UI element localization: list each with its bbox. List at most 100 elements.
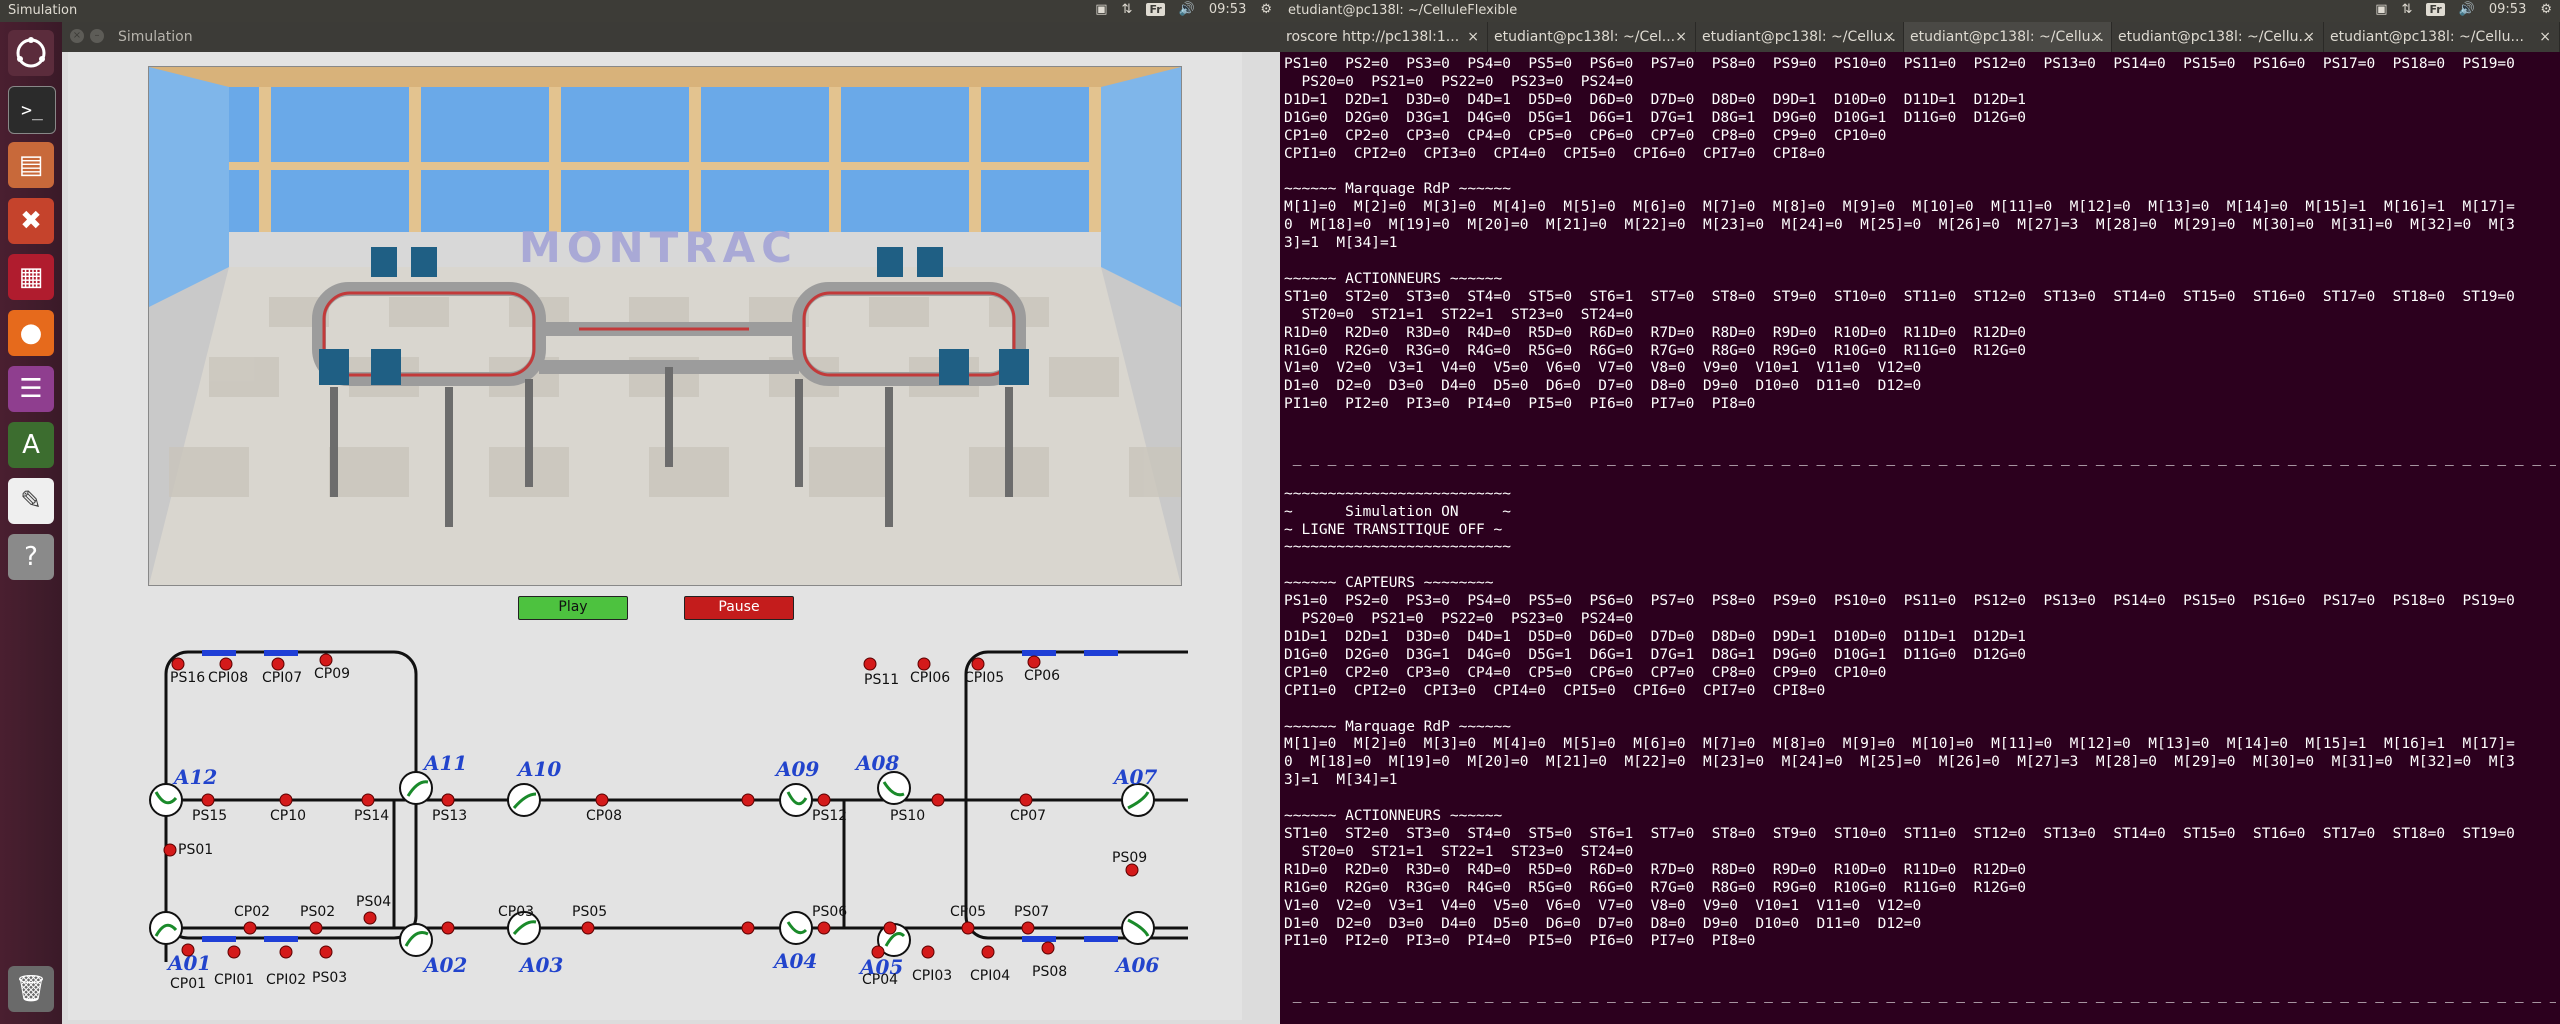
sensor-label: PS03 <box>312 970 347 986</box>
cpi-label: CPI08 <box>208 670 248 686</box>
terminal-line: PS1=0 PS2=0 PS3=0 PS4=0 PS5=0 PS6=0 PS7=… <box>1284 593 2515 610</box>
terminal-line: M[1]=0 M[2]=0 M[3]=0 M[4]=0 M[5]=0 M[6]=… <box>1284 736 2515 753</box>
sensor-label: PS04 <box>356 894 391 910</box>
close-button[interactable]: × <box>70 29 84 43</box>
minimize-button[interactable]: – <box>90 29 104 43</box>
node-label: A07 <box>1112 765 1157 789</box>
terminal-line: R1G=0 R2G=0 R3G=0 R4G=0 R5G=0 R6G=0 R7G=… <box>1284 342 2027 359</box>
terminal-output[interactable]: PS1=0 PS2=0 PS3=0 PS4=0 PS5=0 PS6=0 PS7=… <box>1284 56 2556 1022</box>
terminal-tab[interactable]: etudiant@pc138l: ~/Cellu... × <box>2112 22 2324 52</box>
tab-label: roscore http://pc138l:1... <box>1286 29 1460 45</box>
window-title-text: Simulation <box>118 29 193 45</box>
terminal-tab-bar: roscore http://pc138l:1... × etudiant@pc1… <box>1280 22 2560 52</box>
cp-label: CP09 <box>314 666 350 682</box>
keyboard-layout-indicator[interactable]: Fr <box>2426 3 2445 16</box>
close-tab-icon[interactable]: × <box>2539 22 2551 52</box>
terminal-line: ~~~~~~ CAPTEURS ~~~~~~~~ <box>1284 575 1494 592</box>
terminal-line: _ _ _ _ _ _ _ _ _ _ _ _ _ _ _ _ _ _ _ _ … <box>1292 987 2556 1004</box>
node-label: A12 <box>172 765 217 789</box>
text-editor-icon[interactable]: ✎ <box>8 478 54 524</box>
terminal-tab[interactable]: roscore http://pc138l:1... × <box>1280 22 1488 52</box>
close-tab-icon[interactable]: × <box>1467 22 1479 52</box>
terminal-line: 0 M[18]=0 M[19]=0 M[20]=0 M[21]=0 M[22]=… <box>1284 754 2515 771</box>
settings-icon[interactable]: ✖ <box>8 198 54 244</box>
clock[interactable]: 09:53 <box>2489 2 2526 17</box>
node-label: A04 <box>772 949 817 973</box>
tab-label: etudiant@pc138l: ~/Cellu... <box>1702 29 1896 45</box>
tab-label: etudiant@pc138l: ~/Cellu... <box>2118 29 2312 45</box>
cpi-label: CPI06 <box>910 670 950 686</box>
keyboard-layout-indicator[interactable]: Fr <box>1146 3 1165 16</box>
video-icon[interactable]: ▣ <box>2375 2 2387 17</box>
video-icon[interactable]: ▣ <box>1095 2 1107 17</box>
network-icon[interactable]: ⇅ <box>2402 2 2413 17</box>
terminal-line: PS1=0 PS2=0 PS3=0 PS4=0 PS5=0 PS6=0 PS7=… <box>1284 56 2515 72</box>
terminal-line: CPI1=0 CPI2=0 CPI3=0 CPI4=0 CPI5=0 CPI6=… <box>1284 682 1826 699</box>
cp-label: CP04 <box>862 972 898 988</box>
close-tab-icon[interactable]: × <box>1883 22 1895 52</box>
dash-home-icon[interactable] <box>8 30 54 76</box>
close-tab-icon[interactable]: × <box>1675 22 1687 52</box>
terminal-line: ~~~~~~ Marquage RdP ~~~~~~ <box>1284 181 1511 198</box>
terminal-line: D1=0 D2=0 D3=0 D4=0 D5=0 D6=0 D7=0 D8=0 … <box>1284 915 1922 932</box>
pause-button[interactable]: Pause <box>684 596 794 620</box>
terminal-line: R1D=0 R2D=0 R3D=0 R4D=0 R5D=0 R6D=0 R7D=… <box>1284 861 2027 878</box>
sensor-label: PS01 <box>178 842 213 858</box>
close-tab-icon[interactable]: × <box>2091 22 2103 52</box>
cp-label: CP05 <box>950 904 986 920</box>
play-button[interactable]: Play <box>518 596 628 620</box>
node-A06 <box>1121 911 1155 945</box>
trash-icon[interactable]: 🗑 <box>8 966 54 1012</box>
node-label: A02 <box>422 953 467 977</box>
node-A04 <box>779 911 813 945</box>
app-icon[interactable]: ▦ <box>8 254 54 300</box>
terminal-line: _ _ _ _ _ _ _ _ _ _ _ _ _ _ _ _ _ _ _ _ … <box>1292 449 2556 466</box>
terminal-line: ~~~~~~~~~~~~~~~~~~~~~~~~~~ <box>1284 485 1511 502</box>
simulation-content: MONTRAC Play Pause A12 A01 A11 A02 A10 A… <box>68 52 1242 1020</box>
cpi-label: CPI03 <box>912 968 952 984</box>
terminal-line: PS20=0 PS21=0 PS22=0 PS23=0 PS24=0 <box>1284 611 1634 628</box>
terminal-line: 0 M[18]=0 M[19]=0 M[20]=0 M[21]=0 M[22]=… <box>1284 217 2515 234</box>
terminal-tab[interactable]: etudiant@pc138l: ~/Cellu... × <box>1696 22 1904 52</box>
3d-scene-view[interactable]: MONTRAC <box>148 66 1182 586</box>
conveyor-network-diagram: A12 A01 A11 A02 A10 A03 A09 A04 A08 A05 … <box>149 650 1188 992</box>
terminal-line: ST1=0 ST2=0 ST3=0 ST4=0 ST5=0 ST6=1 ST7=… <box>1284 825 2515 842</box>
cpi-label: CPI01 <box>214 972 254 988</box>
terminal-line: V1=0 V2=0 V3=1 V4=0 V5=0 V6=0 V7=0 V8=0 … <box>1284 897 1922 914</box>
update-icon[interactable]: A <box>8 422 54 468</box>
terminal-tab-active[interactable]: etudiant@pc138l: ~/Cellu... × <box>1904 22 2112 52</box>
gear-icon[interactable]: ⚙ <box>2540 2 2552 17</box>
node-A01 <box>149 911 183 945</box>
files-icon[interactable]: ▤ <box>8 142 54 188</box>
help-icon[interactable]: ? <box>8 534 54 580</box>
clock[interactable]: 09:53 <box>1209 2 1246 17</box>
sensor-label: PS07 <box>1014 904 1049 920</box>
node-label: A08 <box>854 751 899 775</box>
cp-label: CP08 <box>586 808 622 824</box>
sensor-label: PS16 <box>170 670 205 686</box>
terminal-line: CP1=0 CP2=0 CP3=0 CP4=0 CP5=0 CP6=0 CP7=… <box>1284 664 1887 681</box>
cp-label: CP02 <box>234 904 270 920</box>
terminal-line: ~~~~~~ Marquage RdP ~~~~~~ <box>1284 718 1511 735</box>
terminal-tab[interactable]: etudiant@pc138l: ~/Cellu... × <box>2324 22 2560 52</box>
cpi-label: CPI02 <box>266 972 306 988</box>
terminal-line: ST1=0 ST2=0 ST3=0 ST4=0 ST5=0 ST6=1 ST7=… <box>1284 288 2515 305</box>
terminal-icon[interactable]: >_ <box>8 86 56 134</box>
sensor-label: PS13 <box>432 808 467 824</box>
terminal-line: D1D=1 D2D=1 D3D=0 D4D=1 D5D=0 D6D=0 D7D=… <box>1284 91 2027 108</box>
gear-icon[interactable]: ⚙ <box>1260 2 1272 17</box>
terminal-tab[interactable]: etudiant@pc138l: ~/Cel... × <box>1488 22 1696 52</box>
app-purple-icon[interactable]: ☰ <box>8 366 54 412</box>
volume-icon[interactable]: 🔊 <box>2459 2 2475 17</box>
close-tab-icon[interactable]: × <box>2303 22 2315 52</box>
volume-icon[interactable]: 🔊 <box>1179 2 1195 17</box>
terminal-line: CPI1=0 CPI2=0 CPI3=0 CPI4=0 CPI5=0 CPI6=… <box>1284 145 1826 162</box>
cp-label: CP07 <box>1010 808 1046 824</box>
firefox-icon[interactable]: ● <box>8 310 54 356</box>
terminal-line: 3]=1 M[34]=1 <box>1284 235 1398 252</box>
network-icon[interactable]: ⇅ <box>1122 2 1133 17</box>
terminal-line: ~ Simulation ON ~ <box>1284 503 1511 520</box>
node-A09 <box>779 783 813 817</box>
terminal-line: ST20=0 ST21=1 ST22=1 ST23=0 ST24=0 <box>1284 843 1634 860</box>
node-A08 <box>877 771 911 805</box>
